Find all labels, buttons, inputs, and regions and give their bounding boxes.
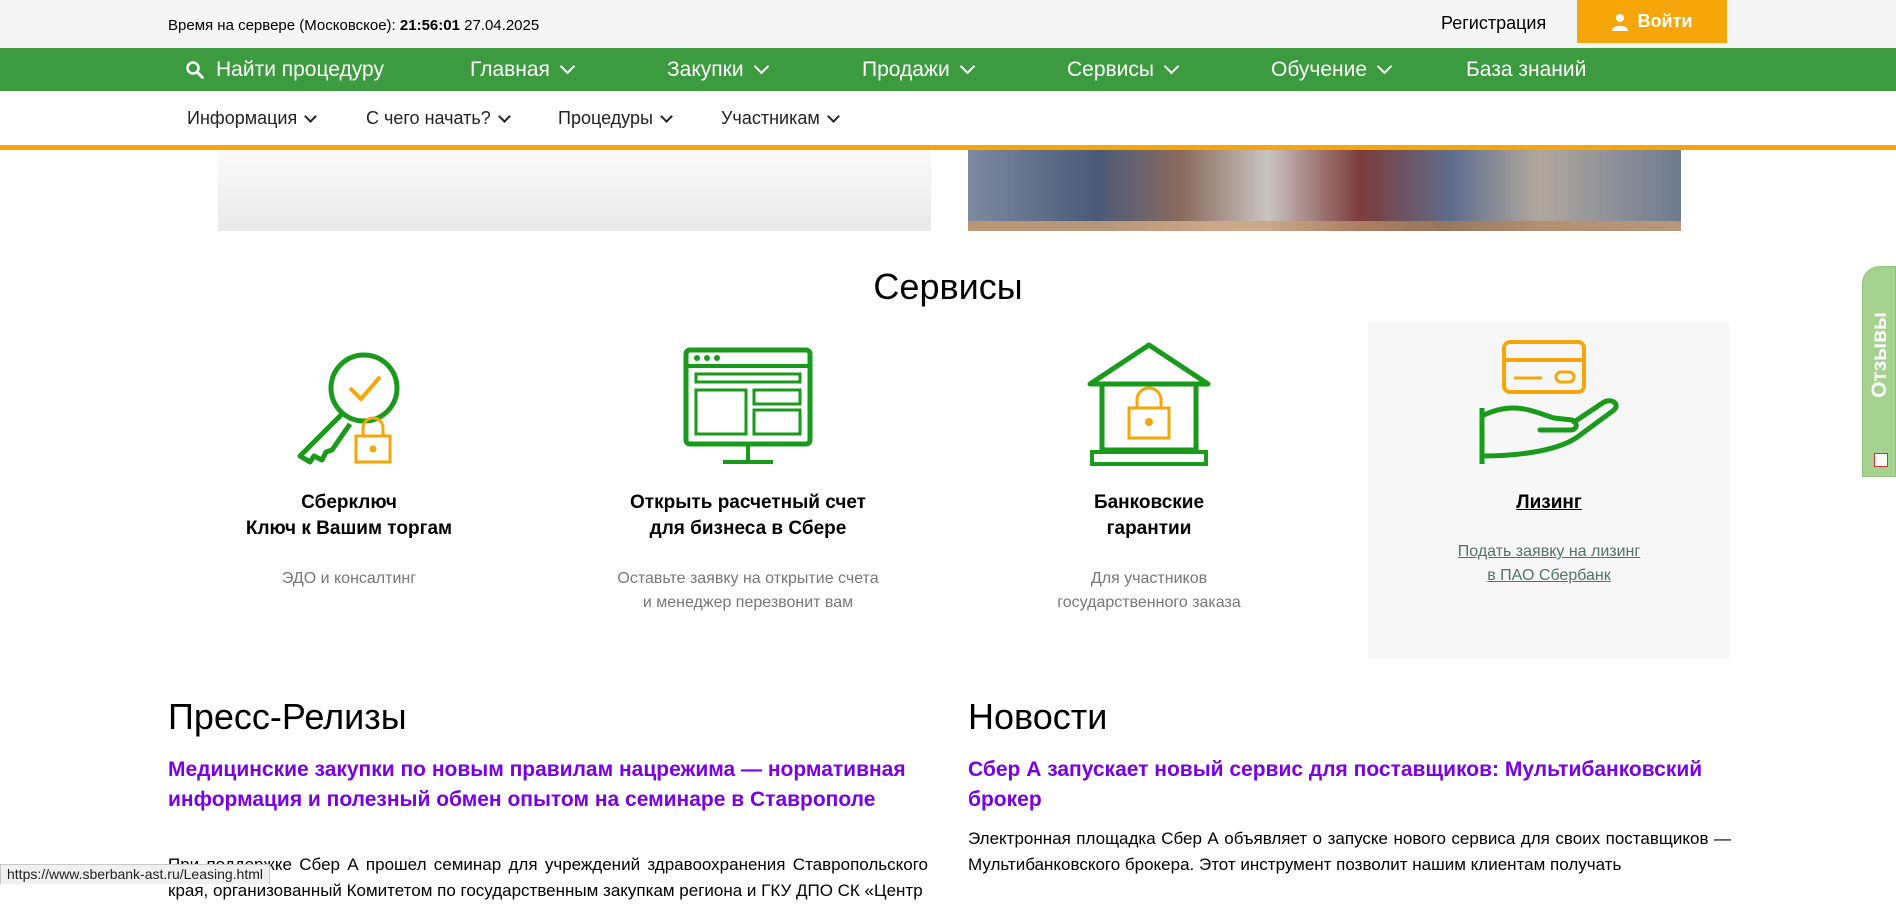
login-button[interactable]: Войти	[1577, 0, 1727, 43]
nav-label: Сервисы	[1067, 57, 1155, 81]
service-title: Сберключ Ключ к Вашим торгам	[245, 492, 453, 539]
subnav-label: Информация	[187, 107, 298, 128]
search-icon	[186, 60, 204, 79]
service-title: Банковские гарантии	[1093, 492, 1205, 539]
service-subtitle: ЭДО и консалтинг	[281, 570, 417, 587]
service-subtitle: Для участников государственного заказа	[1057, 570, 1241, 611]
server-time-label: Время на сервере (Московское):	[168, 17, 396, 34]
press-article-title[interactable]: Медицинские закупки по новым правилам на…	[168, 755, 928, 815]
news-article-title[interactable]: Сбер А запускает новый сервис для постав…	[968, 755, 1708, 815]
subnav-information[interactable]: Информация	[187, 91, 318, 145]
chevron-down-icon	[959, 58, 975, 75]
news-article-text: Электронная площадка Сбер А объявляет о …	[968, 829, 1731, 874]
user-icon	[1611, 13, 1628, 31]
chevron-down-icon	[826, 109, 840, 123]
chevron-down-icon	[497, 109, 511, 123]
sub-nav: Информация С чего начать? Процедуры Учас…	[0, 91, 1896, 150]
banner-image-left[interactable]	[218, 150, 931, 231]
feedback-label: Отзывы	[1868, 311, 1891, 398]
server-time: Время на сервере (Московское): 21:56:01 …	[168, 17, 539, 34]
edit-icon	[1874, 453, 1888, 467]
nav-label: Закупки	[667, 57, 744, 81]
service-title: Открыть расчетный счет для бизнеса в Сбе…	[630, 492, 866, 539]
nav-label: Обучение	[1271, 57, 1368, 81]
nav-label: Продажи	[862, 57, 950, 81]
chevron-down-icon	[660, 109, 673, 123]
server-time-value: 21:56:01	[399, 17, 460, 34]
news-heading: Новости	[968, 696, 1108, 737]
bank-lock-icon	[1087, 342, 1211, 466]
nav-label: Найти процедуру	[216, 57, 384, 81]
register-link[interactable]: Регистрация	[1441, 13, 1546, 34]
nav-label: База знаний	[1466, 57, 1587, 81]
subnav-label: Участникам	[721, 107, 820, 128]
press-article-text: При поддержке Сбер А прошел семинар для …	[168, 855, 928, 900]
feedback-tab[interactable]: Отзывы	[1862, 266, 1896, 477]
nav-sales[interactable]: Продажи	[862, 48, 975, 91]
nav-label: Главная	[470, 57, 550, 81]
banner-image-right[interactable]	[968, 150, 1681, 231]
card-hand-icon	[1479, 340, 1619, 464]
monitor-icon	[683, 347, 813, 464]
service-sberkey[interactable]: Сберключ Ключ к Вашим торгам ЭДО и конса…	[168, 322, 530, 658]
main-nav: Найти процедуру Главная Закупки Продажи …	[0, 48, 1896, 91]
top-bar: Время на сервере (Московское): 21:56:01 …	[0, 0, 1896, 48]
feedback-label-box: Отзывы	[1863, 267, 1896, 442]
service-bank-guarantees[interactable]: Банковские гарантии Для участников госуд…	[968, 322, 1330, 658]
nav-training[interactable]: Обучение	[1271, 48, 1393, 91]
nav-main[interactable]: Главная	[470, 48, 576, 91]
key-lock-icon	[297, 352, 400, 465]
services-heading: Сервисы	[873, 266, 1023, 307]
nav-purchases[interactable]: Закупки	[667, 48, 769, 91]
subnav-participants[interactable]: Участникам	[721, 91, 840, 145]
nav-services[interactable]: Сервисы	[1067, 48, 1180, 91]
subnav-label: С чего начать?	[366, 107, 491, 128]
chevron-down-icon	[304, 109, 318, 123]
service-subtitle: Оставьте заявку на открытие счета и мене…	[617, 570, 879, 611]
nav-knowledge-base[interactable]: База знаний	[1466, 48, 1586, 91]
chevron-down-icon	[753, 58, 769, 75]
status-bar-url: https://www.sberbank-ast.ru/Leasing.html	[0, 864, 271, 884]
nav-find-procedure[interactable]: Найти процедуру	[186, 48, 384, 91]
service-leasing[interactable]: Лизинг Подать заявку на лизинг в ПАО Сбе…	[1368, 322, 1730, 658]
service-open-account[interactable]: Открыть расчетный счет для бизнеса в Сбе…	[567, 322, 929, 658]
press-releases-heading: Пресс-Релизы	[168, 696, 407, 737]
chevron-down-icon	[1163, 58, 1180, 75]
chevron-down-icon	[559, 58, 576, 75]
service-title[interactable]: Лизинг	[1368, 490, 1730, 516]
server-date-value: 27.04.2025	[464, 17, 540, 34]
subnav-getting-started[interactable]: С чего начать?	[366, 91, 511, 145]
leasing-apply-link[interactable]: Подать заявку на лизинг в ПАО Сбербанк	[1368, 540, 1730, 588]
subnav-label: Процедуры	[558, 107, 653, 128]
subnav-procedures[interactable]: Процедуры	[558, 91, 673, 145]
login-label: Войти	[1637, 11, 1693, 31]
chevron-down-icon	[1376, 58, 1393, 75]
